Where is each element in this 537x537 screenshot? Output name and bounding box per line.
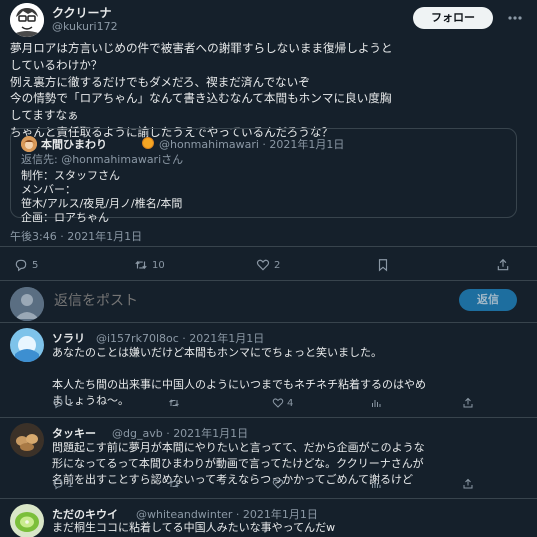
views-action[interactable] (370, 397, 382, 409)
my-avatar (10, 287, 44, 321)
reply-button[interactable]: 返信 (459, 289, 517, 311)
user-handle[interactable]: @kukuri172 (52, 20, 118, 33)
display-name[interactable]: ソラリ (52, 330, 85, 346)
reply-action[interactable]: 5 (14, 256, 38, 274)
main-tweet-header: ククリーナ @kukuri172 フォロー (0, 0, 537, 37)
quoted-handle: @honmahimawari · 2021年1月1日 (159, 138, 345, 151)
reply-actions: 1 4 (52, 397, 522, 413)
share-icon (497, 258, 509, 271)
quoted-reply-to: 返信先: @honmahimawariさん (21, 151, 183, 167)
quoted-line: 企画：ロアちゃん (21, 211, 109, 224)
reply-icon (53, 479, 63, 490)
more-options-icon[interactable] (506, 10, 524, 26)
reply-count: 1 (67, 397, 74, 409)
reply-line: 問題起こす前に夢月が本間にやりたいと言ってて、だから企画がこのような (52, 441, 425, 454)
like-count: 2 (274, 259, 281, 271)
reply-icon (15, 259, 27, 272)
quoted-display-name: 本間ひまわり (41, 138, 107, 151)
bookmark-icon (378, 259, 388, 272)
quoted-avatar (21, 136, 37, 152)
tweet-line: 例え裏方に徹するだけでもダメだろ、禊まだ済んでないぞ (10, 74, 310, 89)
retweet-icon (169, 480, 179, 488)
heart-icon (256, 259, 270, 271)
retweet-action[interactable] (168, 478, 183, 490)
reply-count: 1 (67, 478, 74, 490)
retweet-icon (169, 399, 179, 407)
avatar[interactable] (10, 3, 44, 37)
display-name[interactable]: ククリーナ (52, 4, 112, 21)
divider (0, 498, 537, 499)
avatar[interactable] (10, 328, 44, 362)
bookmark-action[interactable] (376, 256, 390, 274)
share-icon (463, 397, 473, 408)
share-action[interactable] (462, 478, 474, 490)
reply-line: 形になってるって本間ひまわりが動画で言ってたけどな。ククリーナさんが (52, 457, 424, 470)
avatar[interactable] (10, 423, 44, 457)
share-action[interactable] (462, 397, 474, 409)
divider (0, 417, 537, 418)
divider (0, 322, 537, 323)
tweet-detail-page: ククリーナ @kukuri172 フォロー 夢月ロアは方言いじめの件で被害者への… (0, 0, 537, 537)
reply-action[interactable]: 1 (52, 397, 73, 409)
divider (0, 280, 537, 281)
views-icon (372, 481, 381, 488)
reply-count: 5 (32, 259, 39, 271)
reply-line: あなたのことは嫌いだけど本間もホンマにでちょっと笑いました。 (52, 346, 382, 359)
heart-icon (272, 398, 284, 408)
divider (0, 246, 537, 247)
share-icon (463, 478, 473, 489)
tweet-text: 夢月ロアは方言いじめの件で被害者への謝罪すらしないまま復帰しようと しているわけ… (10, 40, 525, 141)
display-name[interactable]: タッキー (52, 425, 96, 441)
reply-input[interactable] (54, 291, 354, 311)
like-count: 4 (287, 397, 294, 409)
reply-line: 本人たち間の出来事に中国人のようにいつまでもネチネチ粘着するのはやめ (52, 378, 426, 391)
reply-line: まだ桐生ココに粘着してる中国人みたいな事やってんだw (52, 521, 336, 534)
sunflower-badge-icon (142, 137, 154, 149)
reply-to-prefix: 返信先: (21, 153, 62, 166)
retweet-action[interactable] (168, 397, 183, 409)
tweet-line: してますなぁ (10, 108, 79, 123)
tweet-actions: 5 10 2 (0, 256, 537, 274)
tweet-line: 夢月ロアは方言いじめの件で被害者への謝罪すらしないまま復帰しようと (10, 41, 393, 55)
follow-button[interactable]: フォロー (413, 7, 493, 29)
reply-action[interactable]: 1 (52, 478, 73, 490)
reply-to-handle[interactable]: @honmahimawariさん (61, 153, 183, 166)
tweet-line: 今の情勢で「ロアちゃん」なんて書き込むなんて本間もホンマに良い度胸 (10, 91, 392, 106)
views-icon (372, 400, 381, 407)
heart-icon (272, 479, 284, 489)
tweet-line: しているわけか？ (10, 57, 103, 72)
reply-composer: 返信 (0, 282, 537, 321)
like-action[interactable]: 4 (272, 397, 293, 409)
quoted-tweet-card[interactable]: 本間ひまわり @honmahimawari · 2021年1月1日 返信先: @… (10, 128, 517, 224)
tweet-timestamp[interactable]: 午後3:46 · 2021年1月1日 (10, 228, 142, 244)
retweet-icon (135, 260, 147, 270)
like-action[interactable]: 2 (256, 256, 280, 274)
avatar[interactable] (10, 504, 44, 537)
reply-tweet[interactable]: ただのキウイ @whiteandwinter · 2021年1月1日 まだ桐生コ… (0, 500, 537, 537)
views-action[interactable] (370, 478, 382, 490)
reply-meta: @dg_avb · 2021年1月1日 (112, 427, 249, 440)
like-action[interactable] (272, 478, 287, 490)
share-action[interactable] (496, 256, 510, 274)
reply-icon (53, 398, 63, 409)
reply-actions: 1 (52, 478, 522, 494)
reply-meta: @i157rk70l8oc · 2021年1月1日 (96, 332, 265, 345)
retweet-action[interactable]: 10 (134, 256, 165, 274)
retweet-count: 10 (152, 259, 165, 271)
